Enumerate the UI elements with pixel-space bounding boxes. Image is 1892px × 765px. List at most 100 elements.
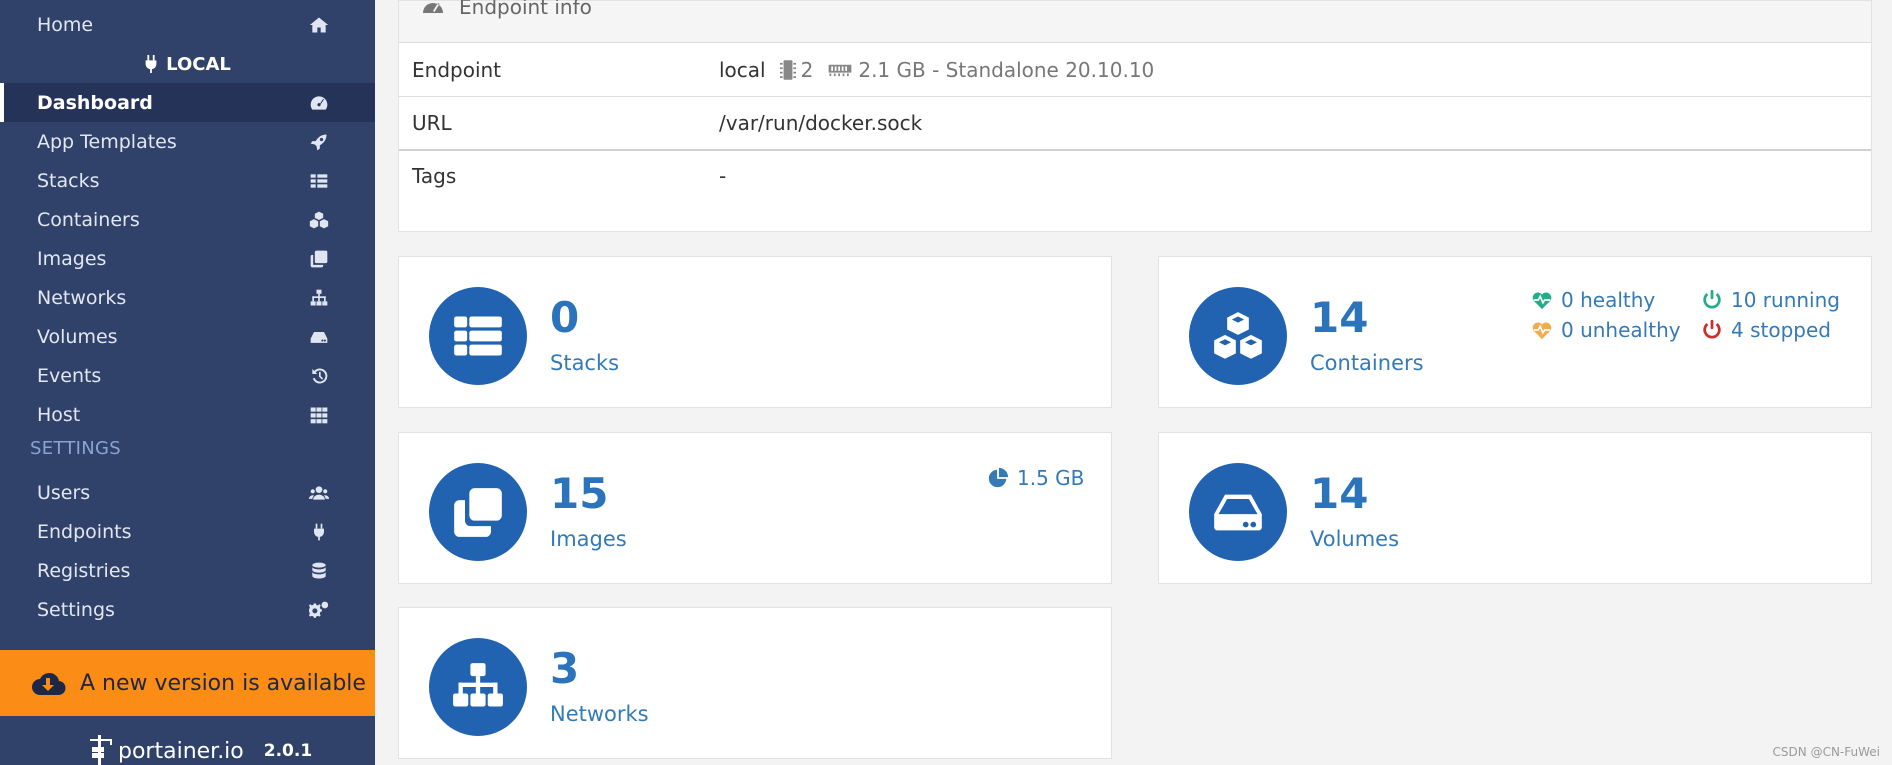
url-value: /var/run/docker.sock xyxy=(719,111,923,135)
settings-section-header: SETTINGS xyxy=(30,438,122,459)
microchip-icon xyxy=(779,59,796,80)
unhealthy-count: 0 unhealthy xyxy=(1561,318,1681,342)
containers-count: 14 xyxy=(1310,293,1369,342)
update-banner-text: A new version is available xyxy=(80,670,366,696)
sidebar-item-events[interactable]: Events xyxy=(0,356,375,395)
cubes-icon xyxy=(308,209,330,231)
sidebar-item-home[interactable]: Home xyxy=(0,5,375,44)
sidebar-item-label: Settings xyxy=(37,598,115,621)
th-icon xyxy=(308,404,330,426)
sidebar-item-label: Events xyxy=(37,364,102,387)
memory-icon xyxy=(828,64,852,76)
portainer-logo-icon xyxy=(90,735,112,765)
dashboard-icon xyxy=(308,92,330,114)
watermark: CSDN @CN-FuWei xyxy=(1772,745,1880,759)
brand-name: portainer.io xyxy=(118,739,244,764)
endpoint-section-header: LOCAL xyxy=(0,48,375,80)
networks-count: 3 xyxy=(550,644,580,693)
networks-label: Networks xyxy=(550,702,649,726)
hdd-icon xyxy=(308,326,330,348)
sidebar-item-label: Endpoints xyxy=(37,520,132,543)
sidebar-item-dashboard[interactable]: Dashboard xyxy=(0,83,375,122)
cubes-icon xyxy=(1214,312,1262,359)
endpoint-info-title: Endpoint info xyxy=(459,0,592,19)
networks-card[interactable]: 3 Networks xyxy=(398,607,1112,759)
sidebar-item-registries[interactable]: Registries xyxy=(0,551,375,590)
clone-icon xyxy=(308,248,330,270)
sidebar-item-images[interactable]: Images xyxy=(0,239,375,278)
endpoint-info-header: Endpoint info xyxy=(399,0,1871,43)
th-list-icon xyxy=(308,170,330,192)
url-label: URL xyxy=(412,111,452,135)
stacks-icon-circle xyxy=(429,287,527,385)
stopped-count: 4 stopped xyxy=(1731,318,1831,342)
endpoint-info-panel: Endpoint info Endpoint local 2 2.1 GB - … xyxy=(398,0,1872,232)
sidebar-item-label: Users xyxy=(37,481,91,504)
sidebar-item-endpoints[interactable]: Endpoints xyxy=(0,512,375,551)
plug-icon xyxy=(308,521,330,543)
running-count: 10 running xyxy=(1731,288,1840,312)
sidebar-item-label: Host xyxy=(37,403,81,426)
sidebar-item-label: Networks xyxy=(37,286,127,309)
sidebar-item-label: Volumes xyxy=(37,325,118,348)
sidebar-item-host[interactable]: Host xyxy=(0,395,375,434)
tags-label: Tags xyxy=(412,164,457,188)
power-off-icon xyxy=(1703,319,1721,339)
running-status: 10 running xyxy=(1701,288,1840,312)
sidebar-item-label: App Templates xyxy=(37,130,177,153)
volumes-icon-circle xyxy=(1189,463,1287,561)
rocket-icon xyxy=(308,131,330,153)
sidebar-item-label: Containers xyxy=(37,208,140,231)
sidebar-item-stacks[interactable]: Stacks xyxy=(0,161,375,200)
sidebar-item-label: Home xyxy=(37,13,94,36)
database-icon xyxy=(308,560,330,582)
clone-icon xyxy=(454,488,502,537)
healthy-count: 0 healthy xyxy=(1561,288,1656,312)
sidebar-item-label: Registries xyxy=(37,559,131,582)
sidebar-item-users[interactable]: Users xyxy=(0,473,375,512)
sidebar-item-app-templates[interactable]: App Templates xyxy=(0,122,375,161)
memory-value: 2.1 GB - Standalone 20.10.10 xyxy=(858,57,1155,82)
volumes-label: Volumes xyxy=(1310,527,1400,551)
cogs-icon xyxy=(308,599,330,621)
tags-value: - xyxy=(719,164,727,188)
endpoint-row: Endpoint local 2 2.1 GB - Standalone 20.… xyxy=(399,43,1871,96)
home-icon xyxy=(308,14,330,36)
sidebar: Home LOCAL Dashboard App Templates Stack… xyxy=(0,0,375,765)
sidebar-item-networks[interactable]: Networks xyxy=(0,278,375,317)
endpoint-section-label: LOCAL xyxy=(166,53,231,75)
plug-icon xyxy=(145,55,157,73)
sitemap-icon xyxy=(453,663,503,707)
url-row: URL /var/run/docker.sock xyxy=(399,97,1871,149)
tachometer-icon xyxy=(423,3,443,13)
power-off-icon xyxy=(1703,289,1721,309)
history-icon xyxy=(308,365,330,387)
stacks-card[interactable]: 0 Stacks xyxy=(398,256,1112,408)
stopped-status: 4 stopped xyxy=(1701,318,1831,342)
endpoint-name: local xyxy=(719,57,766,82)
images-size: 1.5 GB xyxy=(987,466,1084,490)
memory-badge: 2.1 GB - Standalone 20.10.10 xyxy=(827,58,1154,82)
sidebar-item-label: Dashboard xyxy=(37,91,153,114)
heartbeat-icon xyxy=(1532,322,1552,340)
containers-card[interactable]: 14 Containers 0 healthy 0 unhealthy 10 r… xyxy=(1158,256,1872,408)
sidebar-item-label: Stacks xyxy=(37,169,100,192)
volumes-card[interactable]: 14 Volumes xyxy=(1158,432,1872,584)
heartbeat-icon xyxy=(1532,292,1552,310)
version-label: 2.0.1 xyxy=(263,741,313,761)
images-label: Images xyxy=(550,527,627,551)
cloud-download-icon xyxy=(32,672,66,696)
sidebar-item-label: Images xyxy=(37,247,107,270)
hdd-icon xyxy=(1214,494,1262,531)
images-size-value: 1.5 GB xyxy=(1017,466,1085,490)
images-icon-circle xyxy=(429,463,527,561)
sitemap-icon xyxy=(308,287,330,309)
update-available-banner[interactable]: A new version is available xyxy=(0,650,375,716)
healthy-status: 0 healthy xyxy=(1531,288,1655,312)
sidebar-item-containers[interactable]: Containers xyxy=(0,200,375,239)
sidebar-item-volumes[interactable]: Volumes xyxy=(0,317,375,356)
images-card[interactable]: 15 Images 1.5 GB xyxy=(398,432,1112,584)
sidebar-item-settings[interactable]: Settings xyxy=(0,590,375,629)
networks-icon-circle xyxy=(429,638,527,736)
portainer-brand: portainer.io 2.0.1 xyxy=(88,733,312,765)
